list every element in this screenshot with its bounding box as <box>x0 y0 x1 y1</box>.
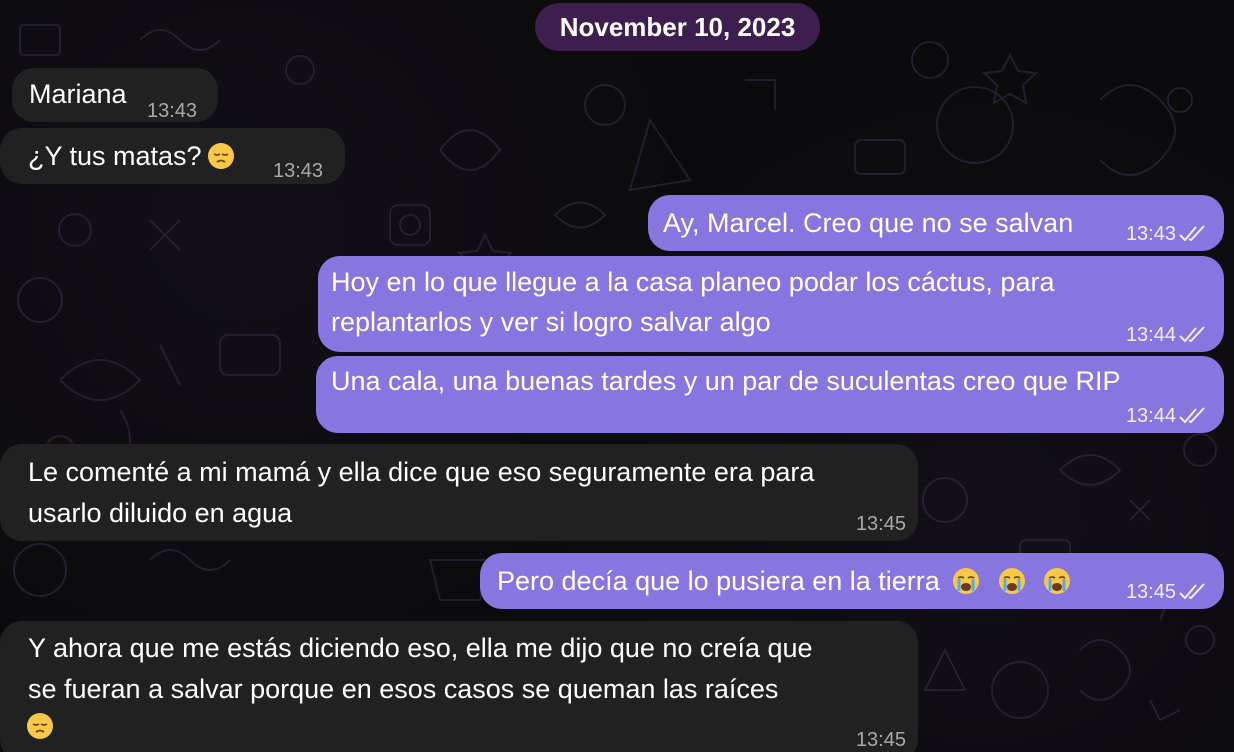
message-time: 13:45 <box>855 513 906 535</box>
date-header: November 10, 2023 <box>535 3 820 51</box>
incoming-message[interactable]: Le comenté a mi mamá y ella dice que eso… <box>0 444 918 541</box>
double-check-icon <box>1178 407 1208 425</box>
message-text: Pero decía que lo pusiera en la tierra <box>497 561 1076 601</box>
message-text: Una cala, una buenas tardes y un par de … <box>331 366 1121 396</box>
message-time: 13:43 <box>147 100 198 122</box>
pensive-face-icon <box>207 142 235 170</box>
loudly-crying-face-icon <box>952 567 980 595</box>
loudly-crying-face-icon <box>998 567 1026 595</box>
pensive-face-icon <box>26 712 54 740</box>
message-meta: 13:45 <box>1126 581 1208 603</box>
message-text-line: Y ahora que me estás diciendo eso, ella … <box>28 633 813 663</box>
message-text-line: usarlo diluido en agua <box>28 498 293 528</box>
message-text-line: se fueran a salvar porque en esos casos … <box>28 674 779 704</box>
incoming-message[interactable]: Y ahora que me estás diciendo eso, ella … <box>0 621 918 752</box>
message-time: 13:44 <box>1125 405 1176 427</box>
message-text-line: Hoy en lo que llegue a la casa planeo po… <box>331 267 1055 297</box>
message-meta: 13:44 <box>1126 324 1208 346</box>
outgoing-message[interactable]: Hoy en lo que llegue a la casa planeo po… <box>318 256 1224 352</box>
message-time: 13:45 <box>855 729 906 751</box>
message-text: Mariana <box>29 79 127 109</box>
message-time: 13:45 <box>1125 581 1176 603</box>
outgoing-message[interactable]: Una cala, una buenas tardes y un par de … <box>316 356 1224 433</box>
outgoing-message[interactable]: Ay, Marcel. Creo que no se salvan 13:43 <box>648 195 1224 251</box>
message-text-line: replantarlos y ver si logro salvar algo <box>331 307 771 337</box>
incoming-message[interactable]: ¿Y tus matas? 13:43 <box>0 128 345 184</box>
double-check-icon <box>1178 583 1208 601</box>
message-time: 13:43 <box>1125 223 1176 245</box>
message-time: 13:43 <box>273 160 324 182</box>
double-check-icon <box>1178 326 1208 344</box>
message-text: ¿Y tus matas? <box>28 136 240 176</box>
double-check-icon <box>1178 225 1208 243</box>
message-text-line: Le comenté a mi mamá y ella dice que eso… <box>28 457 815 487</box>
outgoing-message[interactable]: Pero decía que lo pusiera en la tierra 1… <box>480 553 1224 609</box>
incoming-message[interactable]: Mariana 13:43 <box>12 68 218 122</box>
loudly-crying-face-icon <box>1043 567 1071 595</box>
message-text: Ay, Marcel. Creo que no se salvan <box>663 208 1074 238</box>
message-meta: 13:44 <box>1126 405 1208 427</box>
message-meta: 13:43 <box>1126 223 1208 245</box>
chat-view: November 10, 2023 Mariana 13:43 ¿Y tus m… <box>0 0 1234 752</box>
message-time: 13:44 <box>1125 324 1176 346</box>
